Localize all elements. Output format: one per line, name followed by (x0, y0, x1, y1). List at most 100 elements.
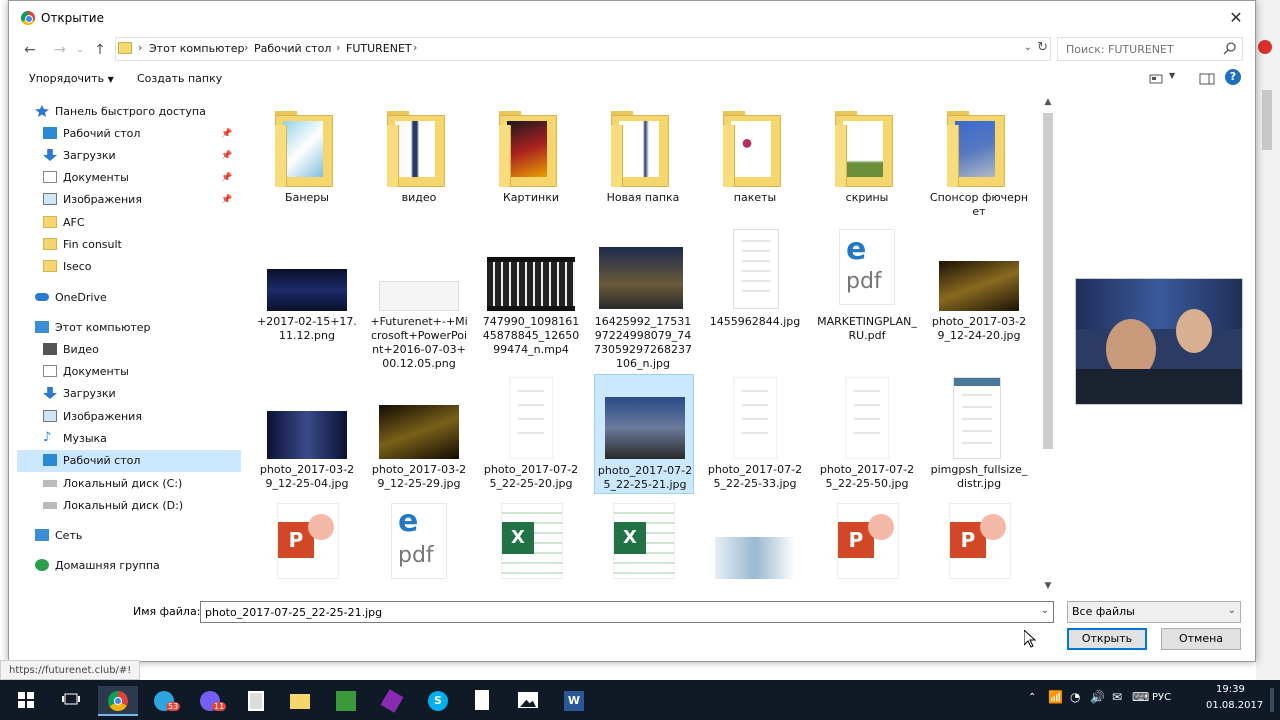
taskbar-app-purple[interactable] (372, 686, 412, 716)
organize-button[interactable]: Упорядочить ▼ (29, 72, 114, 85)
nav-network[interactable]: Сеть (35, 525, 82, 547)
filename-input[interactable] (201, 602, 1021, 622)
windows-start-icon[interactable] (18, 692, 34, 708)
nav-pc-desktop[interactable]: Рабочий стол (17, 450, 241, 472)
taskbar-telegram[interactable]: 53 (144, 686, 184, 716)
show-desktop-button[interactable] (1270, 688, 1274, 712)
nav-quick-afc[interactable]: AFC (43, 212, 85, 234)
nav-pc-documents[interactable]: Документы (43, 361, 129, 383)
vertical-scrollbar[interactable]: ▲ ▼ (1041, 95, 1055, 595)
message-icon[interactable]: ✉ (1112, 690, 1122, 704)
taskbar-photos[interactable] (508, 686, 548, 716)
recent-locations-icon[interactable]: ⌄ (69, 39, 91, 61)
taskbar-viber[interactable]: 11 (190, 686, 230, 716)
volume-icon[interactable]: 🔊 (1090, 690, 1105, 704)
nav-quick-desktop[interactable]: Рабочий стол (43, 123, 140, 145)
nav-onedrive[interactable]: OneDrive (35, 287, 107, 309)
taskbar-calculator[interactable] (236, 686, 276, 716)
view-mode-icon[interactable] (1149, 73, 1163, 85)
file-item[interactable]: 747990_109816145878845_1265099474_n.mp4 (481, 235, 581, 375)
file-item[interactable]: X (593, 503, 693, 595)
clock-date[interactable]: 01.08.2017 (1206, 700, 1263, 711)
chevron-down-icon[interactable]: ⌄ (1041, 605, 1049, 616)
scroll-thumb[interactable] (1043, 113, 1053, 449)
filetype-select[interactable]: Все файлы ⌄ (1067, 601, 1241, 623)
file-item[interactable]: P (817, 503, 917, 595)
file-item[interactable]: photo_2017-03-29_12-24-20.jpg (929, 235, 1029, 375)
keyboard-icon[interactable]: ⌨ (1132, 690, 1149, 704)
nav-pc-downloads[interactable]: Загрузки (43, 383, 116, 405)
file-item[interactable]: 1455962844.jpg (705, 229, 805, 375)
file-item[interactable]: 16425992_1753197224998079_74730592972682… (593, 235, 693, 375)
task-view-icon[interactable] (62, 692, 80, 708)
cancel-button[interactable]: Отмена (1161, 628, 1241, 650)
folder-item[interactable]: пакеты (705, 99, 805, 219)
breadcrumb-this-pc[interactable]: Этот компьютер (149, 42, 245, 55)
file-item[interactable]: e pdf (369, 503, 469, 595)
search-icon[interactable] (1222, 41, 1238, 57)
nav-quick-iseco[interactable]: Iseco (43, 256, 92, 278)
file-item[interactable]: photo_2017-07-25_22-25-33.jpg (705, 377, 805, 495)
nav-pc-video[interactable]: Видео (43, 339, 99, 361)
file-item[interactable]: P (257, 503, 357, 595)
network-icon[interactable]: 📶 (1048, 690, 1063, 704)
file-item[interactable]: +Futurenet+-+Microsoft+PowerPoint+2016-0… (369, 235, 469, 375)
new-folder-button[interactable]: Создать папку (137, 72, 222, 85)
nav-quick-documents[interactable]: Документы (43, 167, 129, 189)
scroll-down-icon[interactable]: ▼ (1041, 579, 1055, 593)
open-button[interactable]: Открыть (1067, 628, 1147, 650)
file-item[interactable]: X (481, 503, 581, 595)
breadcrumb-futurenet[interactable]: FUTURENET (346, 42, 412, 55)
up-arrow-icon[interactable]: ↑ (89, 39, 111, 61)
forward-arrow-icon[interactable]: → (49, 39, 71, 61)
refresh-icon[interactable]: ↻ (1037, 40, 1048, 55)
file-item[interactable]: +2017-02-15+17.11.12.png (257, 235, 357, 375)
view-dropdown-icon[interactable]: ▼ (1169, 71, 1175, 80)
breadcrumb-desktop[interactable]: Рабочий стол (254, 42, 331, 55)
scroll-up-icon[interactable]: ▲ (1041, 95, 1055, 109)
language-indicator[interactable]: РУС (1152, 692, 1171, 703)
nav-this-pc[interactable]: Этот компьютер (35, 317, 151, 339)
taskbar-file[interactable] (462, 686, 502, 716)
nav-quick-pictures[interactable]: Изображения (43, 189, 142, 211)
folder-item[interactable]: Банеры (257, 99, 357, 219)
filename-field[interactable]: ⌄ (200, 601, 1054, 623)
nav-pc-pictures[interactable]: Изображения (43, 406, 142, 428)
search-box[interactable] (1057, 37, 1243, 61)
file-item[interactable]: pimgpsh_fullsize_distr.jpg (929, 377, 1029, 495)
nav-pc-drive-c[interactable]: Локальный диск (C:) (43, 473, 182, 495)
tray-expand-icon[interactable]: ⌃ (1028, 692, 1036, 703)
taskbar-word[interactable]: W (554, 686, 594, 716)
file-item-selected[interactable]: photo_2017-07-25_22-25-21.jpg (594, 374, 694, 494)
nav-pc-music[interactable]: ♪ Музыка (43, 428, 107, 450)
folder-item[interactable]: скрины (817, 99, 917, 219)
folder-item[interactable]: видео (369, 99, 469, 219)
search-input[interactable] (1058, 38, 1218, 60)
folder-item[interactable]: Новая папка (593, 99, 693, 219)
folder-item[interactable]: Картинки (481, 99, 581, 219)
nav-quick-downloads[interactable]: Загрузки (43, 145, 116, 167)
file-item[interactable]: photo_2017-03-29_12-25-29.jpg (369, 377, 469, 495)
taskbar-chrome[interactable] (98, 686, 138, 716)
preview-pane-icon[interactable] (1199, 73, 1215, 85)
chevron-down-icon[interactable]: ⌄ (1024, 42, 1032, 53)
nav-quick-finconsult[interactable]: Fin consult (43, 234, 122, 256)
folder-item[interactable]: Спонсор фючернет (929, 99, 1029, 219)
close-button[interactable]: ✕ (1223, 5, 1249, 31)
taskbar-skype[interactable]: S (418, 686, 458, 716)
clock-time[interactable]: 19:39 (1216, 684, 1245, 695)
file-item[interactable]: P (929, 503, 1029, 595)
file-item[interactable]: e pdf MARKETINGPLAN_RU.pdf (817, 229, 917, 375)
help-icon[interactable]: ? (1225, 69, 1241, 85)
address-bar[interactable]: › Этот компьютер › Рабочий стол › FUTURE… (115, 37, 1051, 61)
file-item[interactable]: photo_2017-03-29_12-25-04.jpg (257, 377, 357, 495)
taskbar-explorer[interactable] (280, 686, 320, 716)
file-item[interactable]: photo_2017-07-25_22-25-20.jpg (481, 377, 581, 495)
nav-homegroup[interactable]: Домашняя группа (35, 555, 160, 577)
back-arrow-icon[interactable]: ← (19, 39, 41, 61)
taskbar-app-green[interactable] (326, 686, 366, 716)
nav-pc-drive-d[interactable]: Локальный диск (D:) (43, 495, 183, 517)
file-item[interactable] (705, 503, 805, 595)
wifi-icon[interactable]: ◔ (1070, 690, 1080, 704)
nav-quick-access[interactable]: Панель быстрого доступа (35, 101, 206, 123)
